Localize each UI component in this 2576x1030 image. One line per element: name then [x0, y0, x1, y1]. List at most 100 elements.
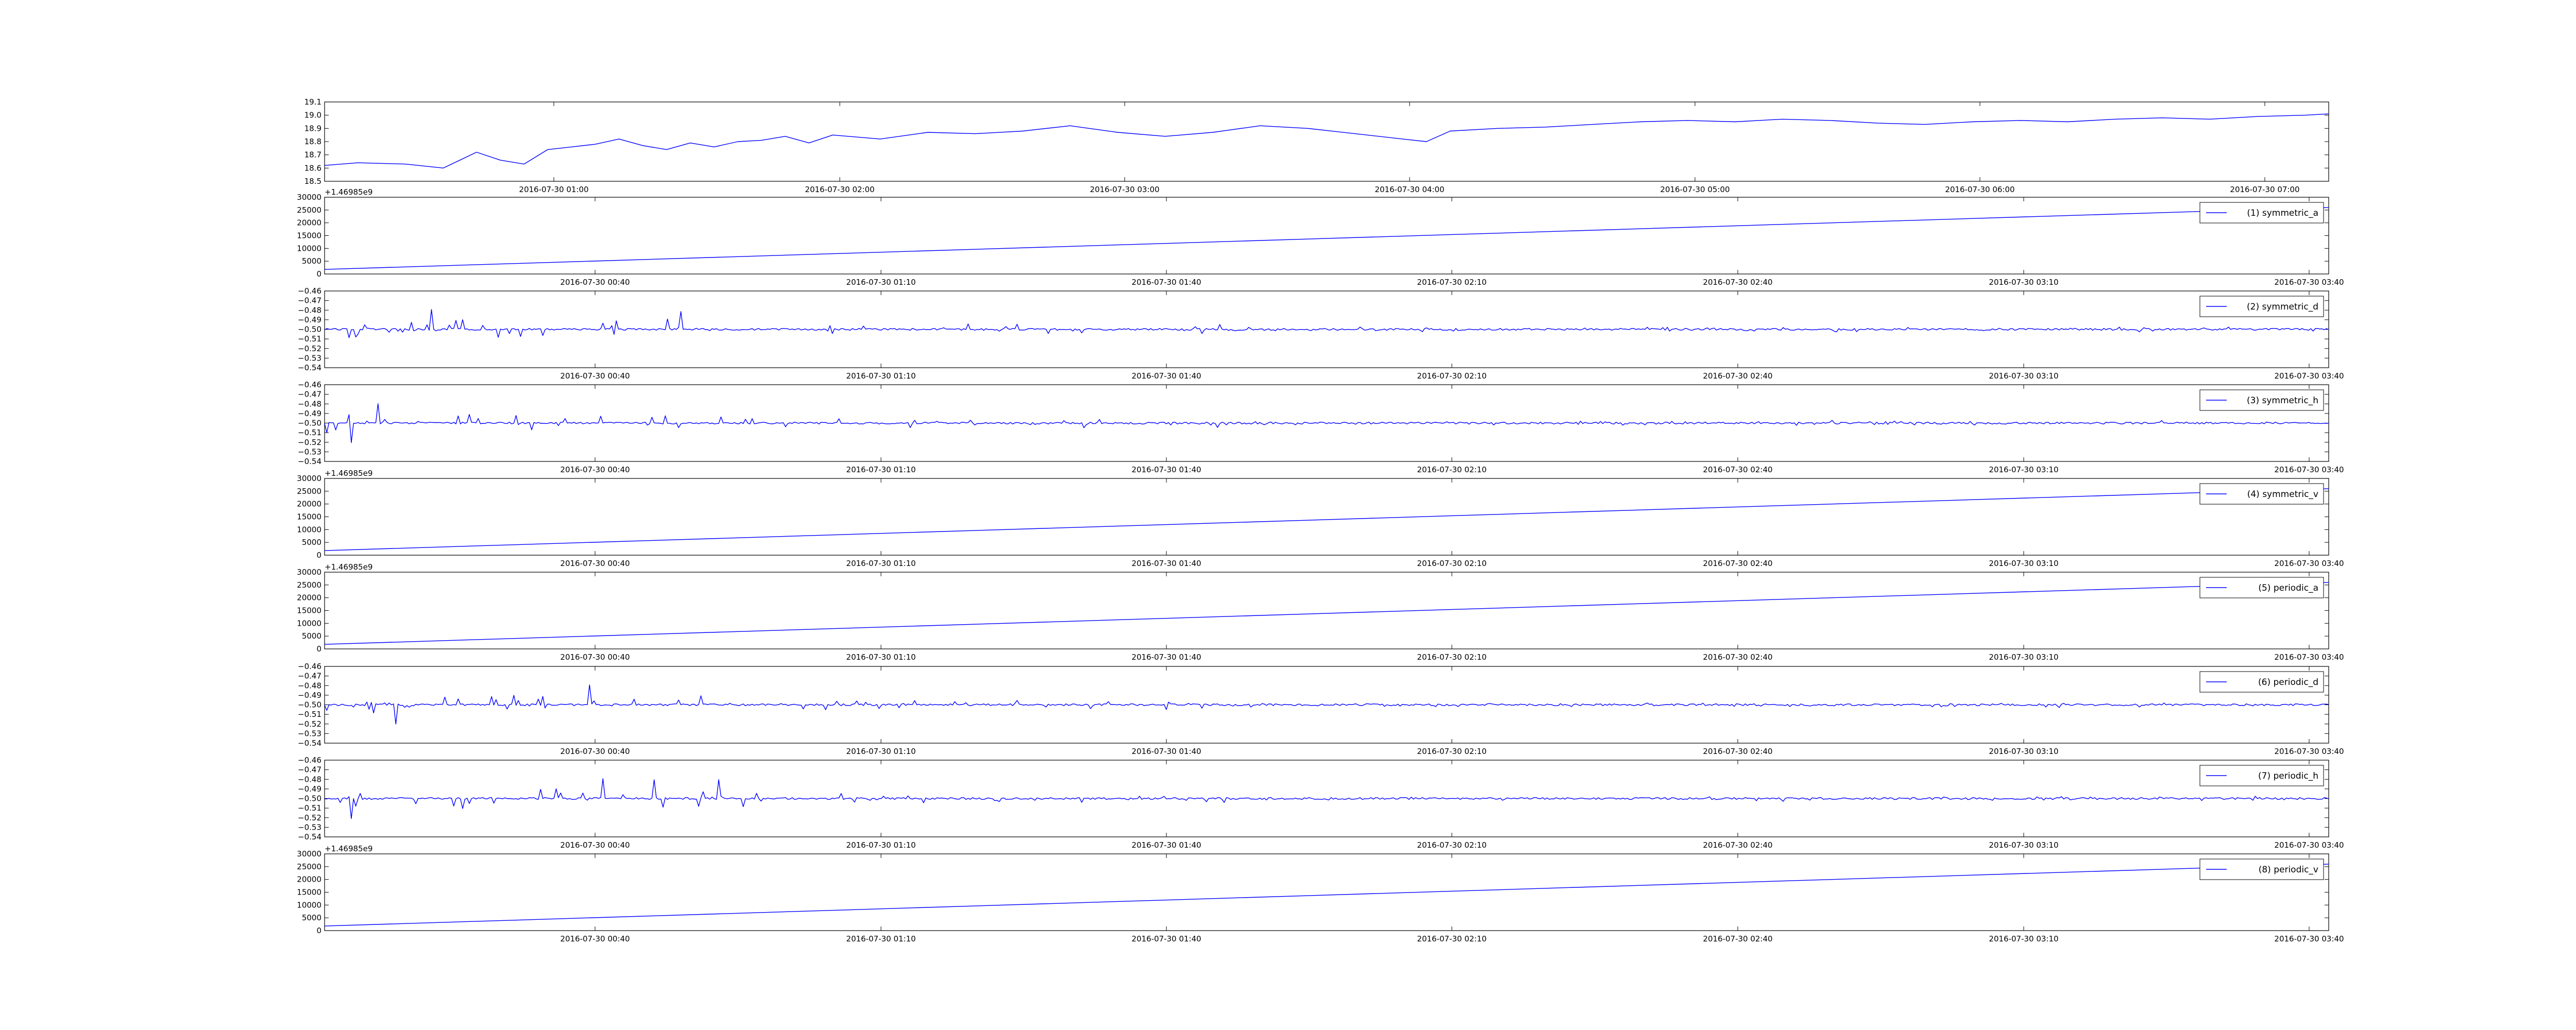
- x-tick-label: 2016-07-30 03:10: [1989, 465, 2058, 474]
- y-tick-label: −0.52: [298, 438, 321, 447]
- y-tick-label: 30000: [297, 474, 321, 483]
- y-tick-label: −0.53: [298, 447, 321, 456]
- x-tick-label: 2016-07-30 03:40: [2274, 559, 2344, 568]
- legend-label: (8) periodic_v: [2259, 865, 2318, 875]
- legend-label: (5) periodic_a: [2258, 583, 2318, 593]
- x-tick-label: 2016-07-30 03:10: [1989, 747, 2058, 756]
- legend: (4) symmetric_v: [2199, 483, 2324, 505]
- y-tick-label: −0.51: [298, 428, 321, 437]
- x-tick-label: 2016-07-30 01:40: [1131, 371, 1201, 381]
- x-tick-label: 2016-07-30 02:10: [1417, 840, 1486, 850]
- x-tick-label: 2016-07-30 03:10: [1989, 840, 2058, 850]
- x-tick-label: 2016-07-30 01:10: [846, 653, 916, 662]
- legend: (2) symmetric_d: [2199, 296, 2324, 317]
- x-tick-label: 2016-07-30 03:10: [1989, 934, 2058, 943]
- x-tick-label: 2016-07-30 01:10: [846, 840, 916, 850]
- x-tick-label: 2016-07-30 02:40: [1703, 840, 1772, 850]
- x-tick-label: 2016-07-30 03:10: [1989, 278, 2058, 287]
- y-tick-label: −0.54: [298, 457, 321, 466]
- chart-panel-1: 18.5 18.6 18.7 18.8 18.9 19.0 19.1 2016-07-30 0…: [304, 97, 2329, 194]
- x-tick-label: 2016-07-30 01:00: [519, 185, 588, 194]
- legend-label: (6) periodic_d: [2258, 677, 2318, 688]
- x-tick-label: 2016-07-30 02:10: [1417, 934, 1486, 943]
- x-tick-label: 2016-07-30 00:40: [560, 840, 630, 850]
- y-tick-label: 5000: [302, 631, 321, 641]
- x-tick-label: 2016-07-30 00:40: [560, 465, 630, 474]
- x-tick-label: 2016-07-30 00:40: [560, 747, 630, 756]
- y-tick-label: 20000: [297, 593, 321, 603]
- x-tick-label: 2016-07-30 01:40: [1131, 465, 1201, 474]
- x-tick-label: 2016-07-30 05:00: [1660, 185, 1730, 194]
- x-tick-label: 2016-07-30 02:10: [1417, 278, 1486, 287]
- y-tick-label: 15000: [297, 606, 321, 615]
- x-tick-label: 2016-07-30 02:40: [1703, 465, 1772, 474]
- y-tick-label: 20000: [297, 875, 321, 884]
- x-tick-label: 2016-07-30 02:10: [1417, 465, 1486, 474]
- y-tick-label: 18.5: [304, 177, 321, 186]
- y-tick-label: −0.47: [298, 390, 321, 399]
- plot-area: [324, 572, 2329, 649]
- y-tick-label: 10000: [297, 244, 321, 253]
- x-tick-label: 2016-07-30 04:00: [1375, 185, 1444, 194]
- y-tick-label: −0.54: [298, 739, 321, 748]
- y-tick-label: 19.0: [304, 111, 321, 120]
- x-tick-label: 2016-07-30 01:40: [1131, 653, 1201, 662]
- x-tick-label: 2016-07-30 00:40: [560, 653, 630, 662]
- x-tick-label: 2016-07-30 02:40: [1703, 278, 1772, 287]
- x-tick-label: 2016-07-30 03:40: [2274, 653, 2344, 662]
- x-tick-label: 2016-07-30 01:40: [1131, 840, 1201, 850]
- legend: (3) symmetric_h: [2199, 389, 2324, 411]
- y-tick-label: 15000: [297, 231, 321, 241]
- y-tick-label: 5000: [302, 256, 321, 266]
- y-tick-label: −0.49: [298, 784, 321, 794]
- y-tick-label: −0.49: [298, 315, 321, 324]
- legend-label: (2) symmetric_d: [2247, 302, 2318, 312]
- x-tick-label: 2016-07-30 02:10: [1417, 653, 1486, 662]
- x-tick-label: 2016-07-30 07:00: [2230, 185, 2299, 194]
- y-tick-label: 10000: [297, 525, 321, 534]
- y-tick-label: −0.51: [298, 710, 321, 719]
- y-tick-label: −0.50: [298, 325, 321, 334]
- y-tick-label: −0.48: [298, 305, 321, 315]
- y-tick-label: 18.6: [304, 163, 321, 173]
- y-tick-label: −0.53: [298, 353, 321, 363]
- y-tick-label: 25000: [297, 862, 321, 871]
- x-tick-label: 2016-07-30 03:40: [2274, 840, 2344, 850]
- y-tick-label: −0.53: [298, 729, 321, 738]
- x-tick-label: 2016-07-30 03:40: [2274, 371, 2344, 381]
- y-tick-label: −0.52: [298, 813, 321, 822]
- x-tick-label: 2016-07-30 02:10: [1417, 371, 1486, 381]
- x-tick-label: 2016-07-30 02:40: [1703, 559, 1772, 568]
- y-tick-label: 18.8: [304, 137, 321, 146]
- y-tick-label: −0.50: [298, 419, 321, 428]
- y-tick-label: −0.47: [298, 672, 321, 681]
- y-tick-label: 18.9: [304, 124, 321, 133]
- x-tick-label: 2016-07-30 01:10: [846, 934, 916, 943]
- chart-panel-7: −0.54−0.53−0.52−0.51−0.50−0.49−0.48−0.47…: [298, 662, 2344, 756]
- x-tick-label: 2016-07-30 02:00: [805, 185, 874, 194]
- y-tick-label: −0.47: [298, 765, 321, 775]
- y-tick-label: 0: [316, 269, 321, 279]
- y-tick-label: 0: [316, 926, 321, 935]
- y-offset-label: +1.46985e9: [325, 844, 372, 853]
- legend: (7) periodic_h: [2199, 765, 2324, 786]
- y-tick-label: 15000: [297, 888, 321, 897]
- y-tick-label: −0.51: [298, 803, 321, 813]
- y-tick-label: −0.50: [298, 700, 321, 710]
- y-tick-label: 20000: [297, 500, 321, 509]
- x-tick-label: 2016-07-30 00:40: [560, 278, 630, 287]
- plot-area: [324, 197, 2329, 274]
- chart-panel-4: −0.54−0.53−0.52−0.51−0.50−0.49−0.48−0.47…: [298, 380, 2344, 474]
- legend: (5) periodic_a: [2199, 577, 2324, 598]
- y-tick-label: −0.46: [298, 380, 321, 389]
- y-tick-label: 25000: [297, 580, 321, 590]
- x-tick-label: 2016-07-30 02:10: [1417, 559, 1486, 568]
- x-tick-label: 2016-07-30 02:40: [1703, 653, 1772, 662]
- x-tick-label: 2016-07-30 02:10: [1417, 747, 1486, 756]
- legend: (6) periodic_d: [2199, 671, 2324, 693]
- x-tick-label: 2016-07-30 01:10: [846, 278, 916, 287]
- x-tick-label: 2016-07-30 03:10: [1989, 653, 2058, 662]
- y-tick-label: −0.46: [298, 756, 321, 765]
- plot-area: [324, 853, 2329, 931]
- x-tick-label: 2016-07-30 03:40: [2274, 747, 2344, 756]
